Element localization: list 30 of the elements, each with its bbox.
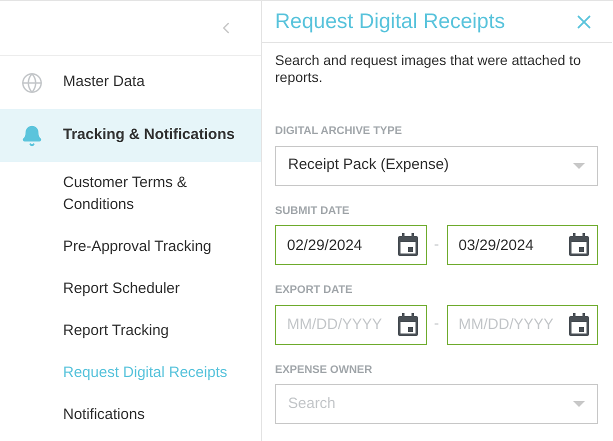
date-field[interactable]: 03/29/2024 (446, 225, 598, 265)
select-value: Receipt Pack (Expense) (288, 155, 449, 176)
sidebar-link[interactable]: Customer Terms & Conditions (63, 172, 241, 216)
panel-title: Request Digital Receipts (275, 8, 505, 35)
select-placeholder: Search (288, 394, 336, 414)
caret-icon (573, 401, 585, 407)
calendar-icon[interactable] (396, 312, 418, 336)
calendar-icon[interactable] (396, 233, 418, 257)
globe-icon (20, 72, 42, 94)
panel-description: Search and request images that were attached to reports. (275, 52, 582, 86)
calendar-icon[interactable] (568, 312, 590, 336)
field-label: DIGITAL ARCHIVE TYPE (275, 124, 403, 139)
sidebar-link[interactable]: Report Tracking (63, 320, 241, 342)
field-label: SUBMIT DATE (275, 204, 350, 218)
sidebar-link[interactable]: Pre-Approval Tracking (63, 236, 241, 258)
field-label: EXPENSE OWNER (275, 362, 374, 378)
calendar-icon[interactable] (568, 233, 590, 257)
sidebar-link[interactable]: Report Scheduler (63, 278, 241, 300)
sidebar-section[interactable]: Tracking & Notifications (0, 109, 261, 162)
range-separator: - (433, 234, 440, 255)
bell-icon (20, 124, 42, 146)
range-separator: - (433, 314, 440, 334)
sidebar-link[interactable]: Notifications (63, 404, 241, 426)
date-field[interactable]: 02/29/2024 (275, 225, 426, 265)
select-field[interactable]: Receipt Pack (Expense) (275, 146, 598, 186)
date-field[interactable]: MM/DD/YYYY (275, 304, 426, 344)
caret-icon (573, 162, 585, 168)
date-field[interactable]: MM/DD/YYYY (446, 304, 598, 344)
sidebar-section[interactable]: Master Data (0, 56, 261, 109)
field-label: EXPORT DATE (275, 283, 354, 298)
